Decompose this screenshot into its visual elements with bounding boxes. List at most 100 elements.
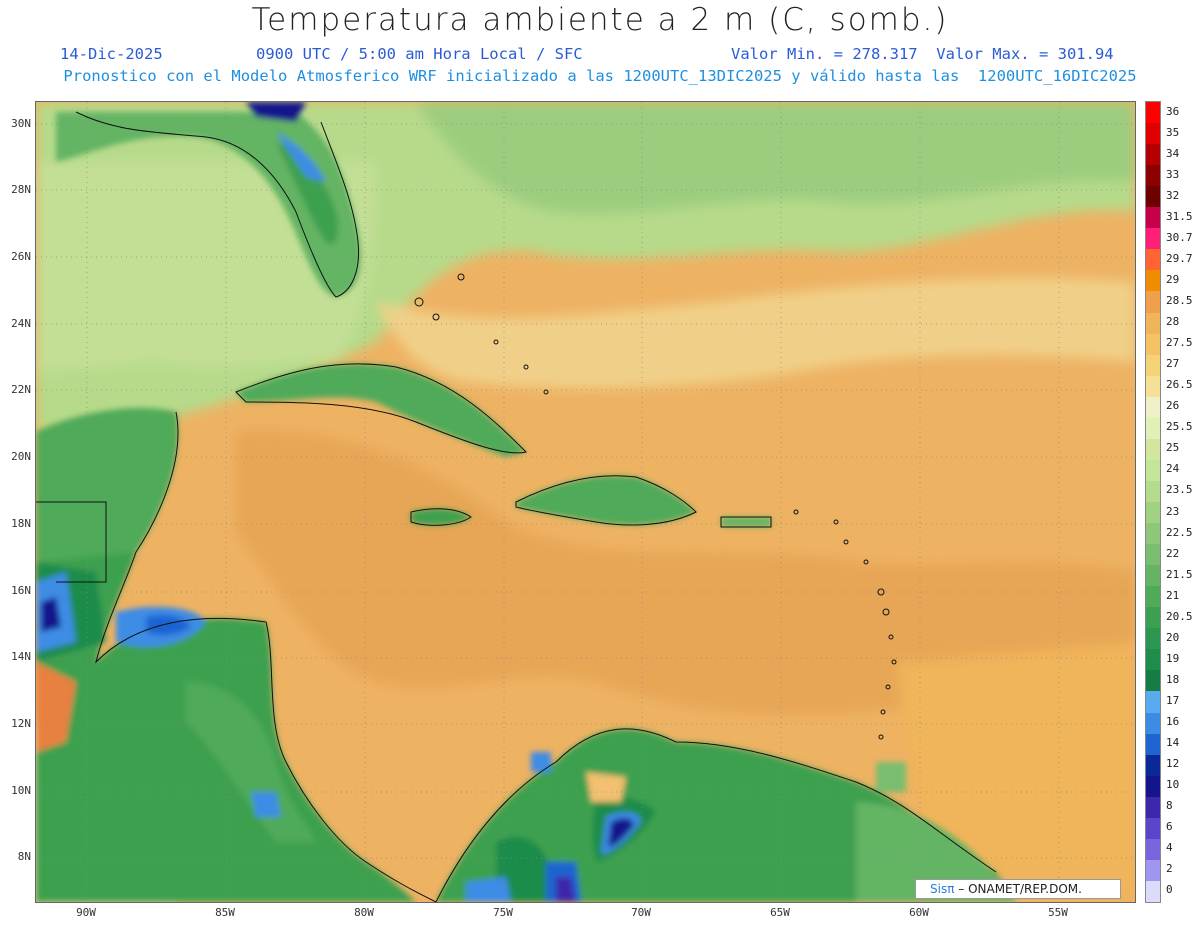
lat-label: 8N — [17, 850, 31, 863]
legend-swatch — [1146, 691, 1160, 714]
legend-swatch — [1146, 586, 1160, 608]
legend-label: 6 — [1166, 820, 1173, 834]
lon-label: 75W — [493, 906, 513, 919]
lon-label: 70W — [631, 906, 651, 919]
legend-label: 10 — [1166, 778, 1180, 792]
legend-label: 20.5 — [1166, 609, 1193, 623]
lon-label: 60W — [909, 906, 929, 919]
legend-label: 19 — [1166, 651, 1180, 665]
legend-swatch — [1146, 165, 1160, 187]
legend-swatch — [1146, 375, 1160, 398]
legend-swatch — [1146, 123, 1160, 145]
legend-label: 34 — [1166, 146, 1180, 160]
lat-label: 12N — [11, 717, 31, 730]
legend-swatch — [1146, 186, 1160, 208]
legend-swatch — [1146, 565, 1160, 587]
legend-swatch — [1146, 880, 1160, 903]
legend-swatch — [1146, 333, 1160, 356]
legend-label: 23 — [1166, 504, 1180, 518]
legend-label: 29 — [1166, 272, 1180, 286]
legend-label: 27 — [1166, 357, 1180, 371]
legend-label: 26.5 — [1166, 378, 1193, 392]
legend-swatch — [1146, 523, 1160, 545]
lat-label: 14N — [11, 650, 31, 663]
legend-label: 28.5 — [1166, 294, 1193, 307]
map-title: Temperatura ambiente a 2 m (C, somb.) — [251, 2, 949, 38]
legend-swatch — [1146, 249, 1160, 271]
legend-label: 33 — [1166, 167, 1180, 181]
legend-swatch — [1146, 838, 1160, 861]
legend-swatch — [1146, 312, 1160, 335]
legend-swatch — [1146, 291, 1160, 314]
legend-label: 27.5 — [1166, 336, 1193, 350]
legend-label: 2 — [1166, 862, 1173, 876]
legend-label: 17 — [1166, 694, 1180, 707]
lon-label: 90W — [76, 906, 96, 919]
legend-swatch — [1146, 796, 1160, 819]
legend-label: 32 — [1166, 188, 1180, 202]
legend-swatch — [1146, 670, 1160, 692]
legend-label: 0 — [1166, 883, 1173, 897]
lon-label: 55W — [1048, 906, 1068, 919]
legend-swatch — [1146, 712, 1160, 735]
legend-swatch — [1146, 775, 1160, 798]
legend-label: 28 — [1166, 315, 1180, 329]
legend-label: 29.7 — [1166, 251, 1193, 265]
lat-label: 24N — [11, 317, 31, 330]
lon-label: 65W — [770, 906, 790, 919]
credit-text: – ONAMET/REP.DOM. — [954, 882, 1082, 896]
legend-label: 4 — [1166, 841, 1173, 855]
legend-label: 14 — [1166, 736, 1180, 750]
lat-label: 28N — [11, 183, 31, 196]
legend-label: 35 — [1166, 125, 1180, 139]
legend-swatch — [1146, 649, 1160, 671]
legend-swatch — [1146, 228, 1160, 250]
lat-label: 10N — [11, 784, 31, 797]
legend-swatch — [1146, 544, 1160, 566]
legend-swatch — [1146, 144, 1160, 166]
legend-swatch — [1146, 817, 1160, 840]
legend-label: 31.5 — [1166, 209, 1193, 223]
legend-swatch — [1146, 270, 1160, 292]
legend-label: 12 — [1166, 757, 1180, 771]
legend-swatch — [1146, 354, 1160, 377]
lat-label: 30N — [11, 117, 31, 130]
legend-swatch — [1146, 417, 1160, 440]
legend-swatch — [1146, 859, 1160, 882]
lat-label: 22N — [11, 383, 31, 396]
model-info: Pronostico con el Modelo Atmosferico WRF… — [63, 67, 1137, 85]
legend-label: 23.5 — [1166, 483, 1193, 497]
legend-swatch — [1146, 459, 1160, 482]
legend-label: 22 — [1166, 546, 1180, 560]
lon-label: 80W — [354, 906, 374, 919]
legend-swatch — [1146, 396, 1160, 419]
legend-label: 30.7 — [1166, 230, 1193, 244]
legend-swatch — [1146, 628, 1160, 650]
legend-label: 20 — [1166, 630, 1180, 644]
legend-swatch — [1146, 607, 1160, 629]
legend-label: 18 — [1166, 672, 1180, 686]
min-max-values: Valor Min. = 278.317 Valor Max. = 301.94 — [731, 45, 1114, 63]
sispi-logo: Sisπ — [930, 882, 955, 896]
lat-label: 20N — [11, 450, 31, 463]
legend-label: 24 — [1166, 462, 1180, 476]
legend-label: 22.5 — [1166, 525, 1193, 539]
legend-label: 8 — [1166, 799, 1173, 813]
forecast-time: 0900 UTC / 5:00 am Hora Local / SFC — [256, 45, 583, 63]
legend-swatch — [1146, 754, 1160, 777]
color-legend — [1145, 101, 1161, 903]
legend-swatch — [1146, 102, 1160, 124]
lat-label: 16N — [11, 584, 31, 597]
legend-label: 16 — [1166, 715, 1180, 729]
legend-label: 36 — [1166, 104, 1180, 118]
lat-label: 18N — [11, 517, 31, 530]
legend-label: 25 — [1166, 441, 1180, 455]
temperature-field — [36, 102, 1135, 902]
lat-label: 26N — [11, 250, 31, 263]
legend-swatch — [1146, 502, 1160, 524]
legend-swatch — [1146, 733, 1160, 756]
legend-label: 21 — [1166, 588, 1180, 602]
legend-swatch — [1146, 438, 1160, 461]
lon-label: 85W — [215, 906, 235, 919]
legend-swatch — [1146, 480, 1160, 503]
